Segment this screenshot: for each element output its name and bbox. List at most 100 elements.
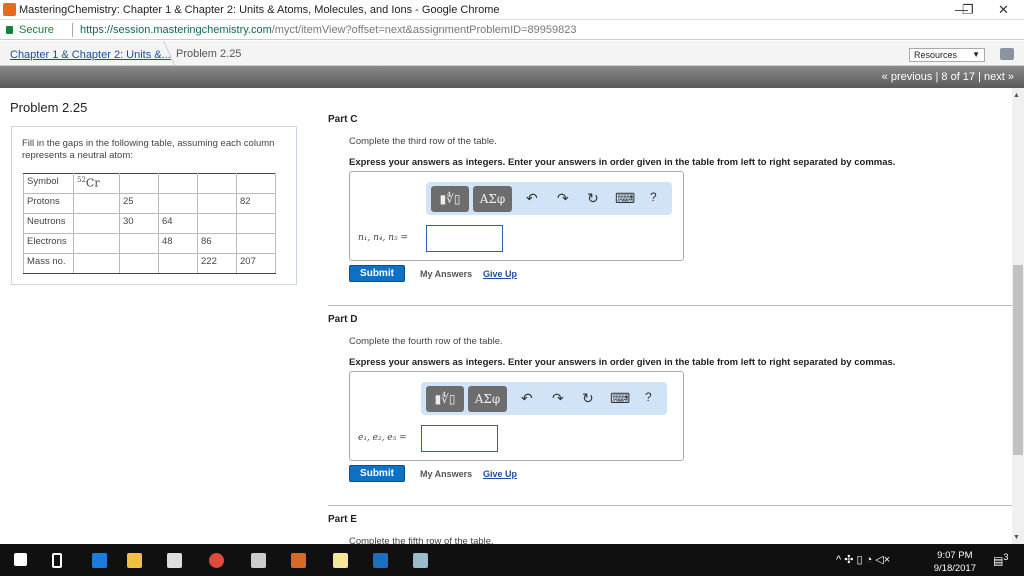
answer-input[interactable] <box>426 225 503 252</box>
table-cell: 52Cr <box>73 173 120 194</box>
taskbar: ^ ✣ ▯ ◔ ◁× 9:07 PM 9/18/2017 ▤3 <box>0 544 1024 576</box>
table-row: Electrons 48 86 <box>23 233 276 254</box>
answer-label: e₁, e₂, e₅ = <box>358 433 407 443</box>
windows-start-icon[interactable] <box>14 553 27 566</box>
table-row: Neutrons 30 64 <box>23 213 276 234</box>
chrome-icon[interactable] <box>209 553 224 568</box>
templates-button[interactable]: ▮∜▯ <box>426 386 464 412</box>
submit-button[interactable]: Submit <box>349 465 405 482</box>
scroll-up-icon[interactable]: ▲ <box>1013 92 1020 99</box>
table-cell: 86 <box>197 233 237 254</box>
symbols-button[interactable]: ΑΣφ <box>473 186 512 212</box>
part-title: Part E <box>328 514 357 525</box>
table-cell <box>119 173 159 194</box>
scrollbar-thumb[interactable] <box>1013 265 1023 455</box>
table-cell <box>197 213 237 234</box>
print-icon[interactable] <box>1000 48 1014 60</box>
outlook-icon[interactable] <box>373 553 388 568</box>
help-icon[interactable]: ? <box>650 190 657 204</box>
keyboard-icon[interactable]: ⌨ <box>610 390 630 407</box>
file-explorer-icon[interactable] <box>127 553 142 568</box>
matlab-icon[interactable] <box>291 553 306 568</box>
time: 9:07 PM <box>937 550 973 561</box>
table-cell: Mass no. <box>23 253 74 274</box>
table-cell: 82 <box>236 193 276 214</box>
part-question: Complete the fourth row of the table. <box>349 336 503 347</box>
math-toolbar: ▮∜▯ ΑΣφ ↶ ↷ ↻ ⌨ ? <box>421 382 667 415</box>
table-cell <box>73 233 120 254</box>
table-row: Symbol 52Cr <box>23 173 276 194</box>
store-icon[interactable] <box>167 553 182 568</box>
title-bar: MasteringChemistry: Chapter 1 & Chapter … <box>0 0 1024 20</box>
paint-icon[interactable] <box>413 553 428 568</box>
templates-button[interactable]: ▮∜▯ <box>431 186 469 212</box>
reset-icon[interactable]: ↻ <box>587 190 599 207</box>
clock[interactable]: 9:07 PM 9/18/2017 <box>934 549 976 575</box>
restore-button[interactable]: ❐ <box>962 2 974 18</box>
table-cell: 30 <box>119 213 159 234</box>
divider <box>328 305 1012 306</box>
separator: | <box>935 71 939 83</box>
table-cell <box>158 193 198 214</box>
table-cell: 64 <box>158 213 198 234</box>
edge-icon[interactable] <box>92 553 107 568</box>
answer-input[interactable] <box>421 425 498 452</box>
undo-icon[interactable]: ↶ <box>526 190 538 207</box>
calendar-icon[interactable] <box>251 553 266 568</box>
parts-panel: Part C Complete the third row of the tab… <box>318 88 1012 544</box>
table-cell: Electrons <box>23 233 74 254</box>
math-toolbar: ▮∜▯ ΑΣφ ↶ ↷ ↻ ⌨ ? <box>426 182 672 215</box>
table-cell <box>73 193 120 214</box>
notifications-icon[interactable]: ▤3 <box>993 552 1009 568</box>
table-cell: 48 <box>158 233 198 254</box>
table-cell <box>197 193 237 214</box>
table-row: Mass no. 222 207 <box>23 253 276 274</box>
mass-number: 52 <box>77 176 86 184</box>
url-path: /myct/itemView?offset=next&assignmentPro… <box>271 24 577 36</box>
notification-count: 3 <box>1003 552 1009 562</box>
keyboard-icon[interactable]: ⌨ <box>615 190 635 207</box>
task-view-icon[interactable] <box>52 553 62 568</box>
app-logo-icon <box>3 3 16 16</box>
part-instruction: Express your answers as integers. Enter … <box>349 357 896 368</box>
redo-icon[interactable]: ↷ <box>552 390 564 407</box>
scroll-down-icon[interactable]: ▼ <box>1013 534 1020 541</box>
table-cell: Neutrons <box>23 213 74 234</box>
redo-icon[interactable]: ↷ <box>557 190 569 207</box>
address-bar[interactable]: Secure https://session.masteringchemistr… <box>0 20 1024 40</box>
give-up-link[interactable]: Give Up <box>483 469 517 479</box>
part-instruction: Express your answers as integers. Enter … <box>349 157 896 168</box>
date: 9/18/2017 <box>933 563 976 574</box>
submit-button[interactable]: Submit <box>349 265 405 282</box>
chevron-down-icon: ▼ <box>972 50 980 59</box>
element-symbol: Cr <box>85 176 100 190</box>
sticky-notes-icon[interactable] <box>333 553 348 568</box>
next-link[interactable]: next » <box>984 71 1014 83</box>
part-title: Part D <box>328 314 358 325</box>
tray-icons[interactable]: ^ ✣ ▯ ◔ ◁× <box>836 553 890 566</box>
answer-box: ▮∜▯ ΑΣφ ↶ ↷ ↻ ⌨ ? n₁, n₄, n₅ = <box>349 171 684 261</box>
my-answers-link[interactable]: My Answers <box>420 269 472 279</box>
close-button[interactable]: ✕ <box>998 2 1009 18</box>
give-up-link[interactable]: Give Up <box>483 269 517 279</box>
table-cell <box>119 253 159 274</box>
reset-icon[interactable]: ↻ <box>582 390 594 407</box>
window-title: MasteringChemistry: Chapter 1 & Chapter … <box>19 4 500 16</box>
previous-link[interactable]: « previous <box>882 71 933 83</box>
undo-icon[interactable]: ↶ <box>521 390 533 407</box>
table-cell <box>236 233 276 254</box>
resources-dropdown[interactable]: Resources ▼ <box>909 48 985 62</box>
url-text[interactable]: https://session.masteringchemistry.com/m… <box>80 24 576 36</box>
table-cell <box>158 173 198 194</box>
table-cell: 207 <box>236 253 276 274</box>
table-cell <box>119 233 159 254</box>
my-answers-link[interactable]: My Answers <box>420 469 472 479</box>
symbols-button[interactable]: ΑΣφ <box>468 386 507 412</box>
url-host: https://session.masteringchemistry.com <box>80 24 272 36</box>
help-icon[interactable]: ? <box>645 390 652 404</box>
navigation-bar: « previous | 8 of 17 | next » <box>0 66 1024 88</box>
breadcrumb: Chapter 1 & Chapter 2: Units &... Proble… <box>0 41 1024 66</box>
breadcrumb-parent-link[interactable]: Chapter 1 & Chapter 2: Units &... <box>10 49 171 61</box>
table-cell: Protons <box>23 193 74 214</box>
table-row: Protons 25 82 <box>23 193 276 214</box>
